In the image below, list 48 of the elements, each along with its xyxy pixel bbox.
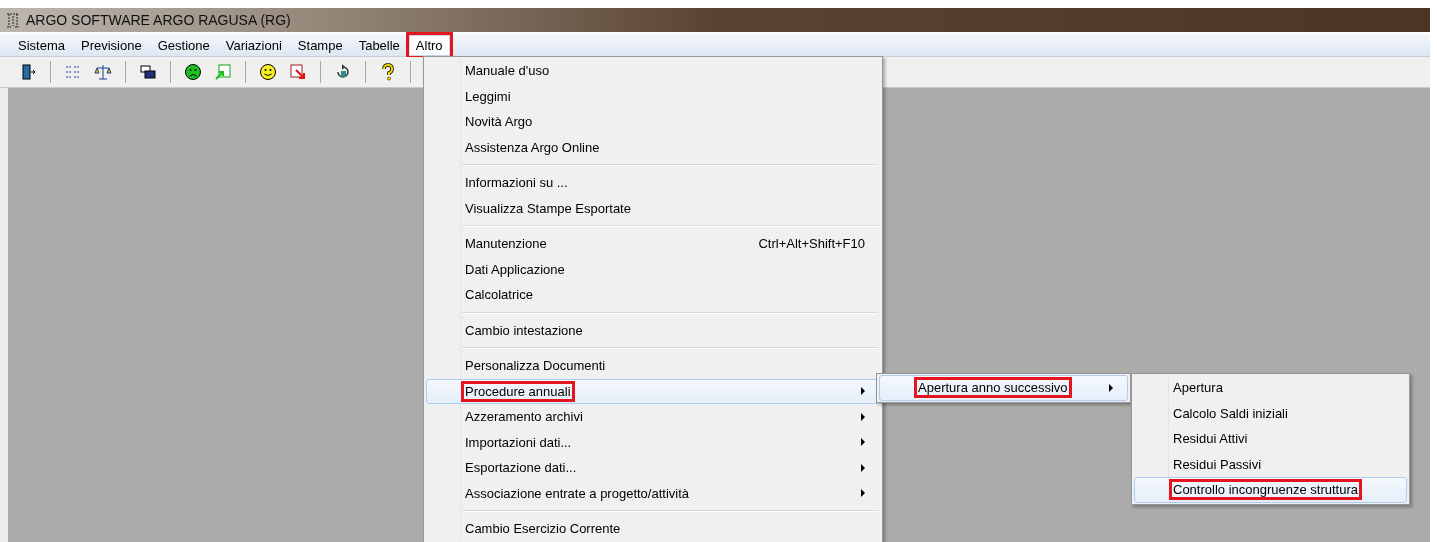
menu-item[interactable]: Manuale d'uso [426,58,880,84]
window-title: ARGO SOFTWARE ARGO RAGUSA (RG) [26,12,291,28]
refresh-icon [334,63,352,81]
menu-item[interactable]: Residui Attivi [1134,426,1407,452]
scale-icon [94,63,112,81]
menu-bar-item[interactable]: Sistema [10,33,73,57]
menu-item[interactable]: Dati Applicazione [426,256,880,282]
submenu-arrow-icon [861,489,865,498]
sad-face-icon [184,63,202,81]
menu-item[interactable]: Cambio Esercizio Corrente [426,516,880,542]
menu-item[interactable]: Procedure annuali [426,378,880,404]
menu-bar-item[interactable]: Variazioni [217,33,290,57]
menu-item[interactable]: Calcolatrice [426,282,880,308]
arrow-in-box-icon [214,63,232,81]
menu-bar-item[interactable]: Gestione [149,33,218,57]
question-icon [379,63,397,81]
menu-item[interactable]: Apertura [1134,375,1407,401]
list-icon [64,63,82,81]
menu-item[interactable]: Calcolo Saldi iniziali [1134,400,1407,426]
menu-item[interactable]: Apertura anno successivo [879,375,1128,401]
menu-item[interactable]: Importazioni dati... [426,429,880,455]
menu-item[interactable]: Assistenza Argo Online [426,134,880,160]
menu-item[interactable]: Visualizza Stampe Esportate [426,195,880,221]
menu-item[interactable]: Esportazione dati... [426,455,880,481]
menu-bar-item[interactable]: Tabelle [350,33,408,57]
menu-item[interactable]: Controllo incongruenze struttura [1134,477,1407,503]
menu-item[interactable]: Azzeramento archivi [426,404,880,430]
menu-item[interactable]: Cambio intestazione [426,317,880,343]
app-icon [6,12,20,28]
exit-door-icon [19,63,37,81]
menu-item[interactable]: Personalizza Documenti [426,353,880,379]
submenu-arrow-icon [861,387,865,396]
menu-bar-item[interactable]: Altro [407,33,451,57]
menu-item[interactable]: Informazioni su ... [426,170,880,196]
submenu-arrow-icon [1109,383,1113,392]
menu-item[interactable]: Manutenzione Ctrl+Alt+Shift+F10 [426,231,880,257]
smiley-icon [259,63,277,81]
arrow-out-box-icon [289,63,307,81]
submenu-arrow-icon [861,438,865,447]
submenu-arrow-icon [861,412,865,421]
menu-item[interactable]: Associazione entrate a progetto/attività [426,480,880,506]
menu-item[interactable]: Novità Argo [426,109,880,135]
submenu-arrow-icon [861,463,865,472]
menu-item[interactable]: Leggimi [426,83,880,109]
menu-bar-item[interactable]: Stampe [289,33,351,57]
windows-icon [139,63,157,81]
menu-item[interactable]: Residui Passivi [1134,451,1407,477]
menu-bar-item[interactable]: Previsione [72,33,150,57]
